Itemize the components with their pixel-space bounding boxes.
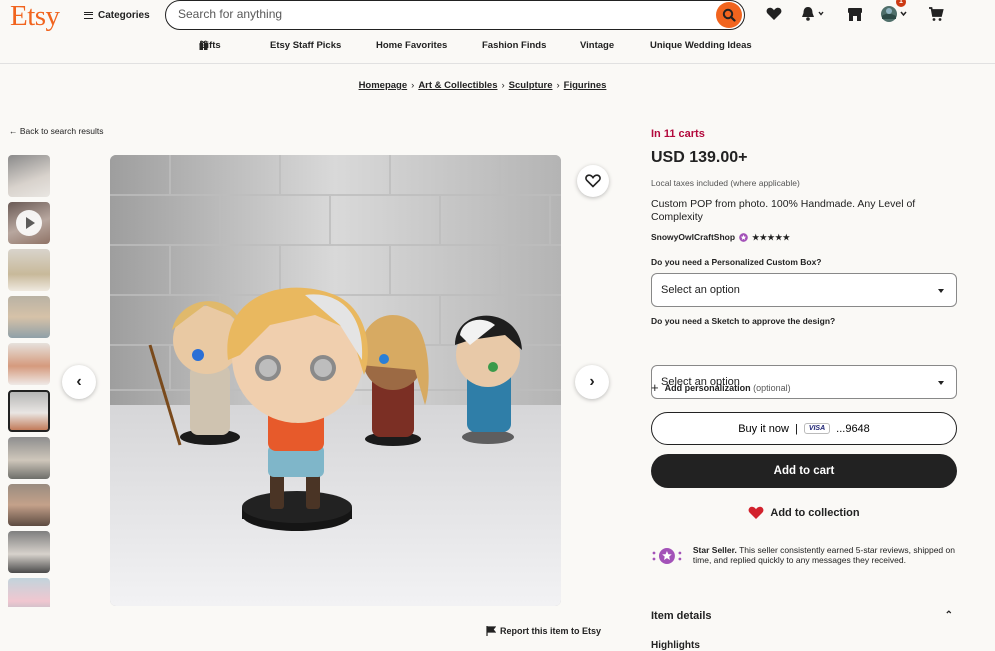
category-nav: Gifts Etsy Staff Picks Home Favorites Fa… [0, 40, 995, 54]
option1-label: Do you need a Personalized Custom Box? [651, 257, 822, 267]
menu-icon [84, 11, 93, 19]
site-header: Etsy Categories Search for anything 1 Gi… [0, 0, 995, 64]
favorite-button[interactable] [577, 165, 609, 197]
item-details-toggle[interactable]: Item details ⌃ [651, 610, 957, 622]
divider: | [794, 422, 798, 435]
avatar-icon [881, 6, 907, 22]
breadcrumb: Homepage › Art & Collectibles › Sculpture › Fi… [0, 80, 965, 91]
search-input[interactable] [178, 7, 698, 21]
thumbnail-8[interactable] [8, 484, 50, 526]
bell-icon [802, 7, 824, 21]
chevron-up-icon: ⌃ [944, 610, 953, 621]
next-image-button[interactable]: › [575, 365, 609, 399]
search-button[interactable] [716, 2, 742, 28]
option2-label: Do you need a Sketch to approve the desi… [651, 316, 836, 326]
star-seller-badge-icon [739, 232, 748, 242]
product-image[interactable] [110, 155, 561, 606]
thumbnail-strip[interactable] [8, 155, 51, 607]
nav-fashion-finds[interactable]: Fashion Finds [482, 40, 546, 51]
thumbnail-4[interactable] [8, 296, 50, 338]
nav-gifts[interactable]: Gifts [199, 40, 221, 51]
buy-it-now-button[interactable]: Buy it now | VISA ...9648 [651, 412, 957, 445]
taxes-note: Local taxes included (where applicable) [651, 178, 800, 188]
categories-button[interactable]: Categories [84, 6, 150, 24]
previous-image-button[interactable]: ‹ [62, 365, 96, 399]
thumbnail-2-video[interactable] [8, 202, 50, 244]
nav-label: Gifts [199, 40, 221, 51]
etsy-logo[interactable]: Etsy [10, 0, 60, 33]
search-icon [722, 8, 736, 22]
categories-label: Categories [98, 9, 150, 21]
report-item-link[interactable]: Report this item to Etsy [486, 626, 601, 636]
search-bar [165, 0, 745, 30]
breadcrumb-separator: › [556, 80, 560, 91]
thumbnail-1[interactable] [8, 155, 50, 197]
cart-button[interactable] [928, 4, 944, 24]
item-details-label: Item details [651, 610, 712, 622]
nav-vintage[interactable]: Vintage [580, 40, 614, 51]
heart-icon [766, 7, 782, 20]
add-personalization-button[interactable]: + Add personalization (optional) [651, 380, 791, 395]
heart-filled-icon [748, 506, 764, 519]
rating-stars: ★★★★★ [752, 232, 791, 242]
thumbnail-9[interactable] [8, 531, 50, 573]
product-photo-figurines [110, 155, 561, 606]
nav-home-favorites[interactable]: Home Favorites [376, 40, 447, 51]
card-last4: ...9648 [836, 422, 870, 435]
cart-icon [929, 7, 944, 21]
play-icon [16, 210, 42, 236]
add-to-collection-label: Add to collection [770, 507, 860, 519]
price: USD 139.00+ [651, 149, 748, 166]
plus-icon: + [651, 380, 659, 395]
breadcrumb-separator: › [501, 80, 505, 91]
breadcrumb-homepage[interactable]: Homepage [359, 80, 408, 91]
notifications-button[interactable] [800, 4, 824, 24]
shop-info: SnowyOwlCraftShop ★★★★★ [651, 232, 790, 242]
add-personalization-label: Add personalization [664, 382, 751, 393]
visa-card-icon: VISA [803, 423, 831, 434]
star-seller-title: Star Seller. [692, 545, 737, 555]
breadcrumb-separator: › [411, 80, 415, 91]
listing-title: Custom POP from photo. 100% Handmade. An… [651, 198, 916, 223]
nav-staff-picks[interactable]: Etsy Staff Picks [270, 40, 341, 51]
option1-value: Select an option [661, 284, 740, 296]
thumbnail-6-selected[interactable] [8, 390, 50, 432]
breadcrumb-figurines[interactable]: Figurines [564, 80, 607, 91]
optional-label: (optional) [753, 382, 791, 393]
back-to-results-link[interactable]: ← Back to search results [9, 126, 103, 136]
chevron-right-icon: › [589, 373, 595, 390]
store-icon [848, 8, 862, 21]
star-seller-icon [652, 548, 682, 564]
chevron-left-icon: ‹ [76, 373, 82, 390]
star-seller-info: Star Seller. This seller consistently ea… [651, 545, 957, 567]
custom-box-select[interactable]: Select an option [651, 273, 957, 307]
add-to-collection-button[interactable]: Add to collection [651, 506, 957, 520]
thumbnail-3[interactable] [8, 249, 50, 291]
in-carts-notice: In 11 carts [651, 128, 705, 140]
nav-wedding[interactable]: Unique Wedding Ideas [650, 40, 752, 51]
shop-name-link[interactable]: SnowyOwlCraftShop [651, 232, 735, 242]
thumbnail-7[interactable] [8, 437, 50, 479]
buy-now-label: Buy it now [738, 422, 789, 435]
report-label: Report this item to Etsy [500, 626, 602, 636]
add-to-cart-button[interactable]: Add to cart [651, 454, 957, 488]
heart-outline-icon [585, 174, 601, 188]
thumbnail-10[interactable] [8, 578, 50, 607]
account-button[interactable] [880, 4, 910, 24]
thumbnail-5[interactable] [8, 343, 50, 385]
breadcrumb-sculpture[interactable]: Sculpture [509, 80, 553, 91]
flag-icon [486, 626, 496, 636]
favorites-button[interactable] [766, 4, 782, 24]
breadcrumb-art[interactable]: Art & Collectibles [418, 80, 497, 91]
shop-manager-button[interactable] [847, 4, 863, 24]
